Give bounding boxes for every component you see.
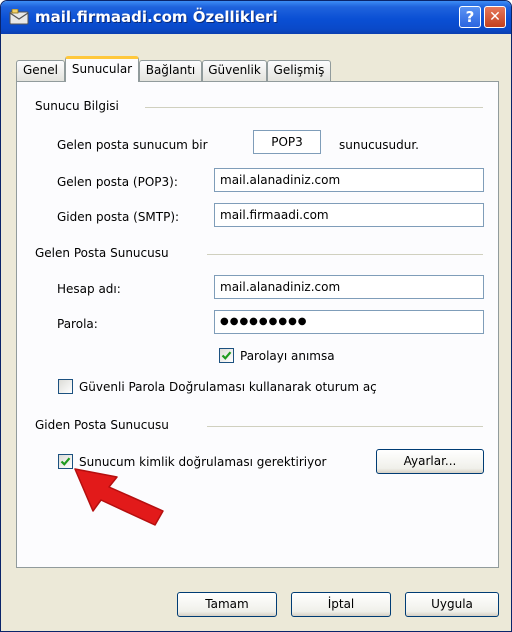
incoming-type-prefix: Gelen posta sunucum bir [57, 138, 208, 152]
account-name-input[interactable]: mail.alanadiniz.com [214, 275, 484, 299]
properties-dialog: mail.firmaadi.com Özellikleri ? ✕ Genel … [0, 0, 512, 632]
spa-checkbox[interactable] [58, 379, 73, 394]
apply-button[interactable]: Uygula [405, 592, 499, 617]
password-input[interactable]: ●●●●●●●●● [214, 310, 484, 334]
ok-button[interactable]: Tamam [177, 592, 277, 617]
pop3-server-input[interactable]: mail.alanadiniz.com [214, 168, 484, 192]
tab-gelismis[interactable]: Gelişmiş [267, 60, 331, 81]
smtp-label: Giden posta (SMTP): [57, 210, 180, 224]
settings-button[interactable]: Ayarlar... [376, 449, 484, 474]
checkmark-icon [60, 457, 71, 466]
title-bar[interactable]: mail.firmaadi.com Özellikleri ? ✕ [1, 1, 511, 34]
group-divider [145, 107, 483, 108]
tab-guvenlik[interactable]: Güvenlik [202, 60, 267, 81]
smtp-server-input[interactable]: mail.firmaadi.com [214, 203, 484, 227]
remember-password-label: Parolayı anımsa [240, 349, 335, 363]
checkmark-icon [221, 351, 232, 360]
account-name-label: Hesap adı: [57, 282, 121, 296]
tab-genel[interactable]: Genel [16, 60, 65, 81]
help-button[interactable]: ? [459, 6, 481, 28]
red-arrow-icon [74, 468, 164, 526]
incoming-type-suffix: sunucusudur. [339, 138, 419, 152]
pop3-label: Gelen posta (POP3): [57, 175, 178, 189]
tab-sunucular[interactable]: Sunucular [65, 56, 139, 82]
server-info-group-label: Sunucu Bilgisi [35, 99, 119, 113]
outgoing-group-label: Giden Posta Sunucusu [35, 418, 169, 432]
group-divider [207, 254, 483, 255]
auth-required-checkbox[interactable] [58, 454, 73, 469]
incoming-server-type-field: POP3 [253, 130, 321, 154]
mail-account-icon [9, 8, 29, 25]
spa-label: Güvenli Parola Doğrulaması kullanarak ot… [79, 380, 377, 394]
group-divider [207, 426, 483, 427]
close-button[interactable]: ✕ [484, 6, 506, 28]
cancel-button[interactable]: İptal [291, 592, 391, 617]
incoming-group-label: Gelen Posta Sunucusu [35, 246, 169, 260]
window-title: mail.firmaadi.com Özellikleri [35, 8, 278, 26]
remember-password-checkbox[interactable] [219, 348, 234, 363]
password-label: Parola: [57, 317, 98, 331]
tab-baglanti[interactable]: Bağlantı [139, 60, 202, 81]
